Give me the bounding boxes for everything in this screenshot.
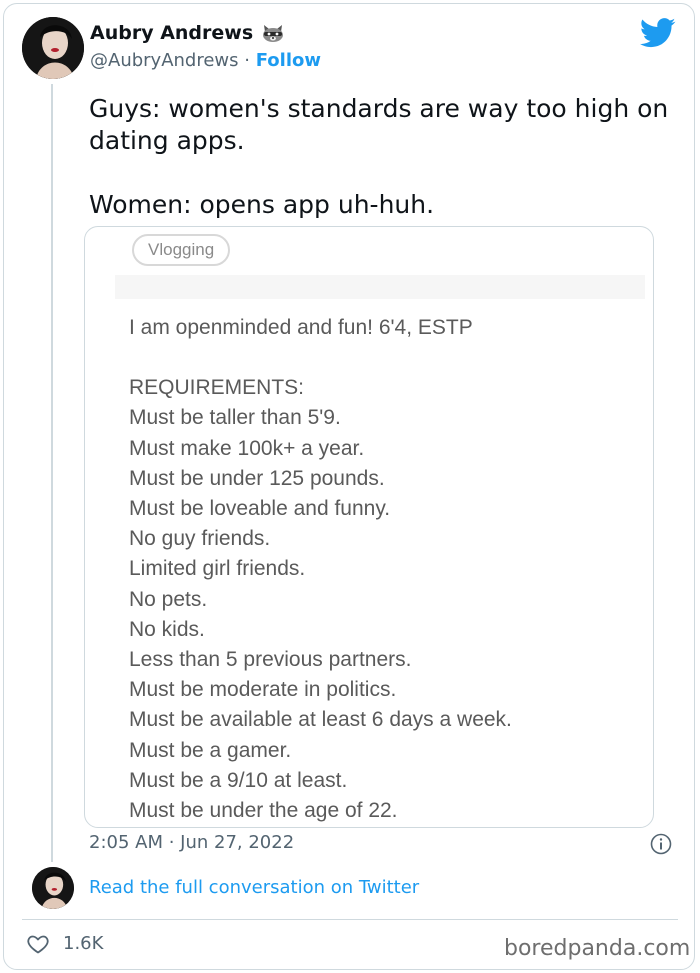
requirement-line: No kids.	[129, 617, 205, 641]
requirement-line: REQUIREMENTS:	[129, 376, 305, 400]
divider	[22, 919, 678, 920]
tweet-timestamp[interactable]: 2:05 AM · Jun 27, 2022	[89, 832, 294, 853]
info-icon[interactable]	[650, 833, 672, 855]
watermark: boredpanda.com	[504, 936, 691, 961]
author-name-row[interactable]: Aubry Andrews	[90, 22, 285, 44]
requirement-line: Must be under the age of 22.	[129, 799, 398, 823]
requirement-line: Must be loveable and funny.	[129, 497, 391, 521]
requirement-line: Must be taller than 5'9.	[129, 406, 341, 430]
like-count[interactable]: 1.6K	[63, 933, 103, 954]
requirement-line: Must be available at least 6 days a week…	[129, 708, 512, 732]
author-avatar-small[interactable]	[32, 867, 74, 909]
follow-button[interactable]: Follow	[256, 50, 321, 71]
requirement-line: No guy friends.	[129, 527, 271, 551]
interest-tag: Vlogging	[132, 234, 231, 266]
requirement-line: No pets.	[129, 587, 208, 611]
read-full-conversation-link[interactable]: Read the full conversation on Twitter	[89, 877, 419, 898]
dating-profile-text: I am openminded and fun! 6'4, ESTP REQUI…	[129, 313, 629, 826]
author-handle[interactable]: @AubryAndrews	[90, 50, 239, 71]
requirement-line: Must be under 125 pounds.	[129, 466, 385, 490]
tweet-text: Guys: women's standards are way too high…	[89, 93, 669, 221]
profile-bio: I am openminded and fun! 6'4, ESTP	[129, 316, 473, 339]
thread-line	[51, 84, 53, 862]
media-divider-band	[115, 275, 645, 299]
tweet-media-image[interactable]: Vlogging I am openminded and fun! 6'4, E…	[84, 226, 654, 828]
twitter-bird-icon[interactable]	[640, 18, 676, 48]
requirement-line: Limited girl friends.	[129, 557, 306, 581]
author-avatar[interactable]	[22, 17, 84, 79]
requirement-line: Must make 100k+ a year.	[129, 436, 365, 460]
tweet-text-line: Guys: women's standards are way too high…	[89, 94, 669, 155]
requirement-line: Must be moderate in politics.	[129, 678, 397, 702]
tweet-text-line: Women: opens app uh-huh.	[89, 190, 435, 219]
handle-separator: ·	[244, 50, 250, 71]
requirement-line: Less than 5 previous partners.	[129, 648, 412, 672]
author-name[interactable]: Aubry Andrews	[90, 22, 253, 44]
raccoon-icon	[261, 23, 285, 43]
handle-row: @AubryAndrews · Follow	[90, 50, 321, 71]
requirement-line: Must be a gamer.	[129, 738, 292, 762]
requirement-line: Must be a 9/10 at least.	[129, 768, 348, 792]
heart-icon[interactable]	[26, 932, 50, 956]
